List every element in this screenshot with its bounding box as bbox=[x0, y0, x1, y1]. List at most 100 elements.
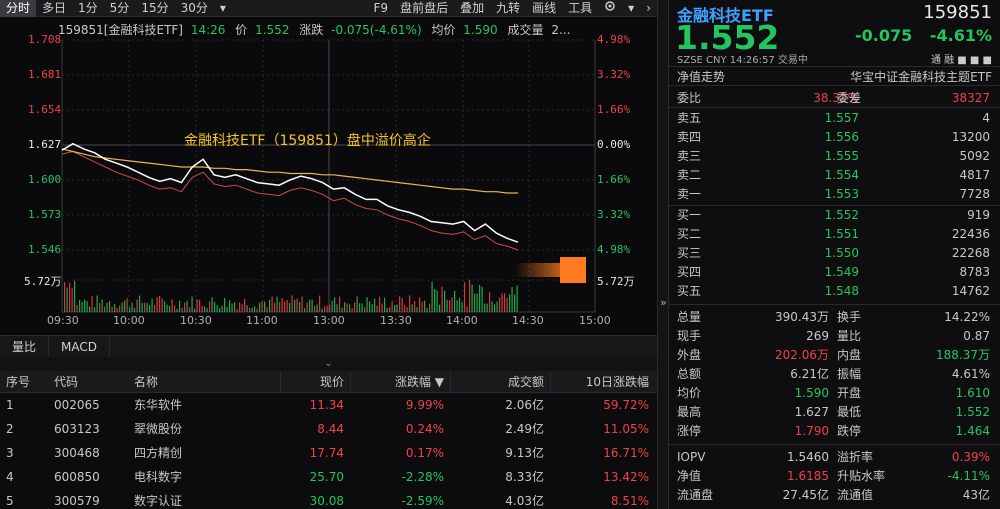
volume-bar bbox=[81, 302, 83, 312]
y-right-tick-4: 0.00% bbox=[597, 138, 631, 151]
table-row[interactable]: 4 600850 电科数字 25.70 -2.28% 8.33亿 13.42% bbox=[0, 465, 657, 489]
pre-post-market-button[interactable]: 盘前盘后 bbox=[394, 0, 454, 17]
stat-label: 量比 bbox=[837, 329, 862, 343]
tab-15min[interactable]: 15分 bbox=[135, 0, 174, 17]
volume-bar bbox=[244, 299, 246, 312]
col-10d-change[interactable]: 10日涨跌幅 bbox=[550, 371, 657, 392]
volume-bar bbox=[321, 308, 323, 312]
tab-macd[interactable]: MACD bbox=[49, 335, 110, 358]
col-index[interactable]: 序号 bbox=[0, 371, 50, 392]
x-tick-1300: 13:00 bbox=[313, 314, 345, 327]
volume-bar bbox=[266, 307, 268, 312]
bid-row-3[interactable]: 买三 1.550 22268 bbox=[669, 244, 1000, 263]
volume-bar bbox=[371, 304, 373, 312]
volume-bar bbox=[516, 285, 518, 312]
table-row[interactable]: 5 300579 数字认证 30.08 -2.59% 4.03亿 8.51% bbox=[0, 489, 657, 509]
tab-5min[interactable]: 5分 bbox=[104, 0, 136, 17]
expand-panel-icon[interactable]: » bbox=[660, 296, 667, 309]
stat-value: 4.61% bbox=[951, 367, 990, 381]
stat-value: 1.790 bbox=[794, 424, 829, 438]
ask-row-2[interactable]: 卖二 1.554 4817 bbox=[669, 166, 1000, 185]
cell-price: 30.08 bbox=[309, 494, 344, 508]
volume-bar bbox=[269, 299, 271, 312]
volume-bar bbox=[394, 305, 396, 312]
overlay-button[interactable]: 叠加 bbox=[454, 0, 490, 17]
f9-button[interactable]: F9 bbox=[368, 0, 395, 17]
bid-row-4[interactable]: 买四 1.549 8783 bbox=[669, 263, 1000, 282]
volume-bar bbox=[306, 302, 308, 312]
nav-row[interactable]: 净值走势 华宝中证金融科技主题ETF bbox=[669, 66, 1000, 86]
intraday-chart[interactable]: 159851[金融科技ETF] 14:26 价 1.552 涨跌 -0.075(… bbox=[0, 17, 657, 335]
cell-turnover: 2.49亿 bbox=[505, 422, 544, 436]
cell-10d-change: 59.72% bbox=[603, 398, 649, 412]
nine-turn-button[interactable]: 九转 bbox=[490, 0, 526, 17]
x-tick-1500: 15:00 bbox=[579, 314, 611, 327]
cell-10d-change: 8.51% bbox=[610, 494, 649, 508]
quick-icons[interactable]: 通 融 ■ ■ ■ bbox=[931, 51, 992, 66]
period-dropdown[interactable]: ▾ bbox=[214, 0, 232, 17]
cell-change-pct: 0.24% bbox=[405, 422, 444, 436]
volume-bar bbox=[284, 301, 286, 312]
table-row[interactable]: 2 603123 翠微股份 8.44 0.24% 2.49亿 11.05% bbox=[0, 417, 657, 441]
volume-bar bbox=[254, 306, 256, 312]
tab-1min[interactable]: 1分 bbox=[72, 0, 104, 17]
volume-bar bbox=[386, 307, 388, 312]
table-row[interactable]: 3 300468 四方精创 17.74 0.17% 9.13亿 16.71% bbox=[0, 441, 657, 465]
tab-intraday[interactable]: 分时 bbox=[0, 0, 37, 17]
y-right-tick-6: 3.32% bbox=[597, 208, 631, 221]
volume-bar bbox=[304, 308, 306, 312]
tools-button[interactable]: 工具 bbox=[562, 0, 598, 17]
cell-change-pct: -2.28% bbox=[401, 470, 444, 484]
volume-bar bbox=[511, 287, 513, 312]
x-tick-1030: 10:30 bbox=[180, 314, 212, 327]
volume-bar bbox=[106, 302, 108, 312]
col-name[interactable]: 名称 bbox=[130, 371, 280, 392]
col-code[interactable]: 代码 bbox=[50, 371, 130, 392]
series-line-price bbox=[61, 142, 519, 243]
ask-row-3[interactable]: 卖三 1.555 5092 bbox=[669, 147, 1000, 166]
volume-bar bbox=[166, 304, 168, 312]
volume-bar bbox=[206, 307, 208, 312]
table-header: 序号 代码 名称 现价 涨跌幅 ▼ 成交额 10日涨跌幅 bbox=[0, 371, 657, 393]
volume-bar bbox=[296, 298, 298, 312]
cell-code: 600850 bbox=[54, 470, 100, 484]
tab-multi-day[interactable]: 多日 bbox=[36, 0, 72, 17]
col-price[interactable]: 现价 bbox=[280, 371, 350, 392]
expand-right-icon[interactable]: › bbox=[640, 0, 657, 17]
collapse-toggle[interactable]: ⌄ bbox=[0, 357, 657, 371]
stat-value: 0.87 bbox=[963, 329, 990, 343]
volume-bar bbox=[366, 297, 368, 312]
market-meta: SZSE CNY 14:26:57 交易中 bbox=[677, 55, 808, 66]
volume-bar bbox=[109, 301, 111, 312]
col-change-pct[interactable]: 涨跌幅 ▼ bbox=[350, 371, 450, 392]
settings-icon[interactable] bbox=[598, 0, 622, 17]
volume-bar bbox=[124, 300, 126, 312]
ask-row-5[interactable]: 卖五 1.557 4 bbox=[669, 109, 1000, 128]
col-turnover[interactable]: 成交额 bbox=[450, 371, 550, 392]
table-row[interactable]: 1 002065 东华软件 11.34 9.99% 2.06亿 59.72% bbox=[0, 393, 657, 417]
volume-bar bbox=[359, 303, 361, 312]
volume-bar bbox=[479, 285, 481, 312]
volume-bar bbox=[221, 305, 223, 312]
bid-volume: 8783 bbox=[959, 265, 990, 279]
volume-bar bbox=[484, 303, 486, 312]
cell-name: 翠微股份 bbox=[134, 422, 183, 436]
volume-bar bbox=[146, 302, 148, 312]
ask-row-4[interactable]: 卖四 1.556 13200 bbox=[669, 128, 1000, 147]
settings-dropdown-icon[interactable]: ▾ bbox=[622, 0, 640, 17]
volume-bar bbox=[141, 302, 143, 312]
volume-bar bbox=[331, 300, 333, 312]
ask-volume: 5092 bbox=[959, 149, 990, 163]
bid-row-1[interactable]: 买一 1.552 919 bbox=[669, 206, 1000, 225]
cell-code: 603123 bbox=[54, 422, 100, 436]
volume-bar bbox=[104, 306, 106, 312]
bid-row-5[interactable]: 买五 1.548 14762 bbox=[669, 282, 1000, 301]
nav-trend-label[interactable]: 净值走势 bbox=[677, 67, 725, 85]
tab-30min[interactable]: 30分 bbox=[175, 0, 214, 17]
bid-row-2[interactable]: 买二 1.551 22436 bbox=[669, 225, 1000, 244]
panel-divider[interactable]: » bbox=[657, 0, 669, 509]
ask-row-1[interactable]: 卖一 1.553 7728 bbox=[669, 185, 1000, 204]
cell-index: 5 bbox=[6, 494, 14, 508]
draw-line-button[interactable]: 画线 bbox=[526, 0, 562, 17]
tab-volume-ratio[interactable]: 量比 bbox=[0, 335, 50, 358]
